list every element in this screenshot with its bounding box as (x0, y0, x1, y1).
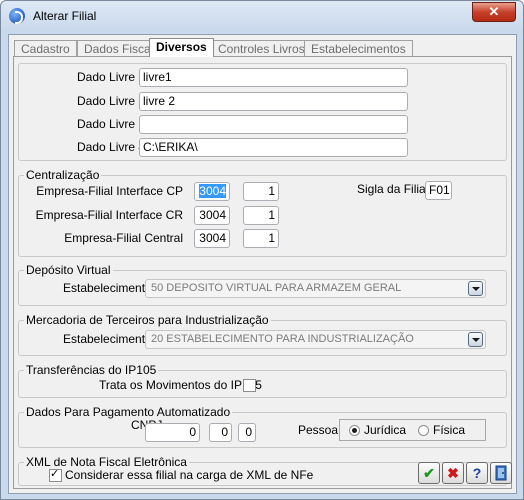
exit-door-icon (495, 465, 507, 481)
considerar-xml-checkbox[interactable] (49, 467, 62, 482)
mercadoria-estabelecimento-select[interactable]: 20 ESTABELECIMENTO PARA INDUSTRIALIZAÇÃO (145, 330, 486, 349)
trata-movimentos-label: Trata os Movimentos do IP105 (99, 378, 262, 392)
transferencias-group: Transferências do IP105 Trata os Movimen… (18, 363, 507, 398)
window-title: Alterar Filial (33, 9, 97, 23)
tab-diversos[interactable]: Diversos (149, 38, 214, 57)
dialog-client: Cadastro Dados Fiscais Diversos Controle… (8, 34, 517, 494)
mercadoria-estabelecimento-label: Estabelecimento (63, 332, 152, 346)
cancel-x-icon: ✖ (447, 465, 459, 481)
sigla-filial-label: Sigla da Filial (357, 182, 429, 196)
cnpj-base-input[interactable]: 0 (145, 423, 200, 442)
dado-livre-2-label: Dado Livre 2 (77, 94, 146, 108)
filial-central-filial-input[interactable]: 1 (243, 229, 279, 248)
confirm-button[interactable]: ✔ (418, 462, 440, 484)
dado-livre-2-input[interactable]: livre 2 (139, 92, 408, 111)
deposito-virtual-title: Depósito Virtual (24, 263, 113, 277)
considerar-xml-label: Considerar essa filial na carga de XML d… (65, 468, 314, 482)
dado-livre-1-label: Dado Livre 1 (77, 70, 146, 84)
mercadoria-estabelecimento-value: 20 ESTABELECIMENTO PARA INDUSTRIALIZAÇÃO (151, 333, 414, 345)
deposito-estabelecimento-select[interactable]: 50 DEPOSITO VIRTUAL PARA ARMAZEM GERAL (145, 279, 486, 298)
pagamento-title: Dados Para Pagamento Automatizado (24, 405, 233, 419)
interface-cp-empresa-input[interactable]: 3004 (194, 182, 230, 201)
centralizacao-title: Centralização (24, 168, 102, 182)
interface-cr-empresa-input[interactable]: 3004 (194, 206, 230, 225)
xml-nfe-title: XML de Nota Fiscal Eletrônica (24, 455, 189, 469)
pessoa-juridica-label[interactable]: Jurídica (364, 423, 406, 437)
trata-movimentos-checkbox[interactable] (243, 379, 256, 392)
title-bar[interactable]: Alterar Filial ✕ (1, 1, 523, 31)
mercadoria-terceiros-title: Mercadoria de Terceiros para Industriali… (24, 313, 271, 327)
pessoa-fisica-label[interactable]: Física (433, 423, 465, 437)
dado-livre-3-label: Dado Livre 3 (77, 117, 146, 131)
tab-estabelecimentos[interactable]: Estabelecimentos (304, 40, 413, 57)
dado-livre-4-input[interactable]: C:\ERIKA\ (139, 138, 408, 157)
deposito-virtual-group: Depósito Virtual Estabelecimento 50 DEPO… (18, 263, 507, 306)
interface-cp-empresa-value: 3004 (199, 184, 226, 198)
exit-button[interactable] (490, 462, 512, 484)
dropdown-arrow-icon[interactable] (468, 281, 483, 296)
mercadoria-terceiros-group: Mercadoria de Terceiros para Industriali… (18, 313, 507, 356)
dado-livre-3-input[interactable] (139, 115, 408, 134)
cancel-button[interactable]: ✖ (442, 462, 464, 484)
deposito-estabelecimento-label: Estabelecimento (63, 281, 152, 295)
app-logo-icon (9, 8, 25, 24)
pessoa-label: Pessoa (298, 423, 339, 437)
alterar-filial-window: Alterar Filial ✕ Cadastro Dados Fiscais … (0, 0, 524, 500)
deposito-estabelecimento-value: 50 DEPOSITO VIRTUAL PARA ARMAZEM GERAL (151, 282, 402, 294)
diversos-panel: Dado Livre 1 livre1 Dado Livre 2 livre 2… (13, 56, 512, 489)
checkmark-icon: ✔ (423, 465, 435, 481)
interface-cp-label: Empresa-Filial Interface CP (36, 184, 183, 198)
dropdown-arrow-icon[interactable] (468, 332, 483, 347)
tab-cadastro[interactable]: Cadastro (14, 40, 77, 57)
help-button[interactable]: ? (466, 462, 488, 484)
tab-controles-livros[interactable]: Controles Livros (211, 40, 312, 57)
dado-livre-1-input[interactable]: livre1 (139, 68, 408, 87)
interface-cr-filial-input[interactable]: 1 (243, 206, 279, 225)
transferencias-title: Transferências do IP105 (24, 363, 159, 377)
cnpj-digito-input[interactable]: 0 (238, 423, 256, 442)
pessoa-fisica-radio[interactable] (418, 425, 429, 436)
interface-cr-label: Empresa-Filial Interface CR (35, 208, 183, 222)
dados-livres-group: Dado Livre 1 livre1 Dado Livre 2 livre 2… (18, 63, 507, 161)
close-button[interactable]: ✕ (472, 2, 516, 22)
pessoa-radio-group: Jurídica Física (339, 419, 486, 441)
filial-central-empresa-input[interactable]: 3004 (194, 229, 230, 248)
dado-livre-4-label: Dado Livre 4 (77, 140, 146, 154)
pagamento-group: Dados Para Pagamento Automatizado CNPJ 0… (18, 405, 507, 448)
sigla-filial-input[interactable]: F01 (425, 181, 452, 200)
help-question-icon: ? (472, 465, 482, 481)
interface-cp-filial-input[interactable]: 1 (243, 182, 279, 201)
pessoa-juridica-radio[interactable] (349, 425, 360, 436)
centralizacao-group: Centralização Empresa-Filial Interface C… (18, 168, 507, 257)
cnpj-filial-input[interactable]: 0 (209, 423, 232, 442)
filial-central-label: Empresa-Filial Central (64, 231, 183, 245)
